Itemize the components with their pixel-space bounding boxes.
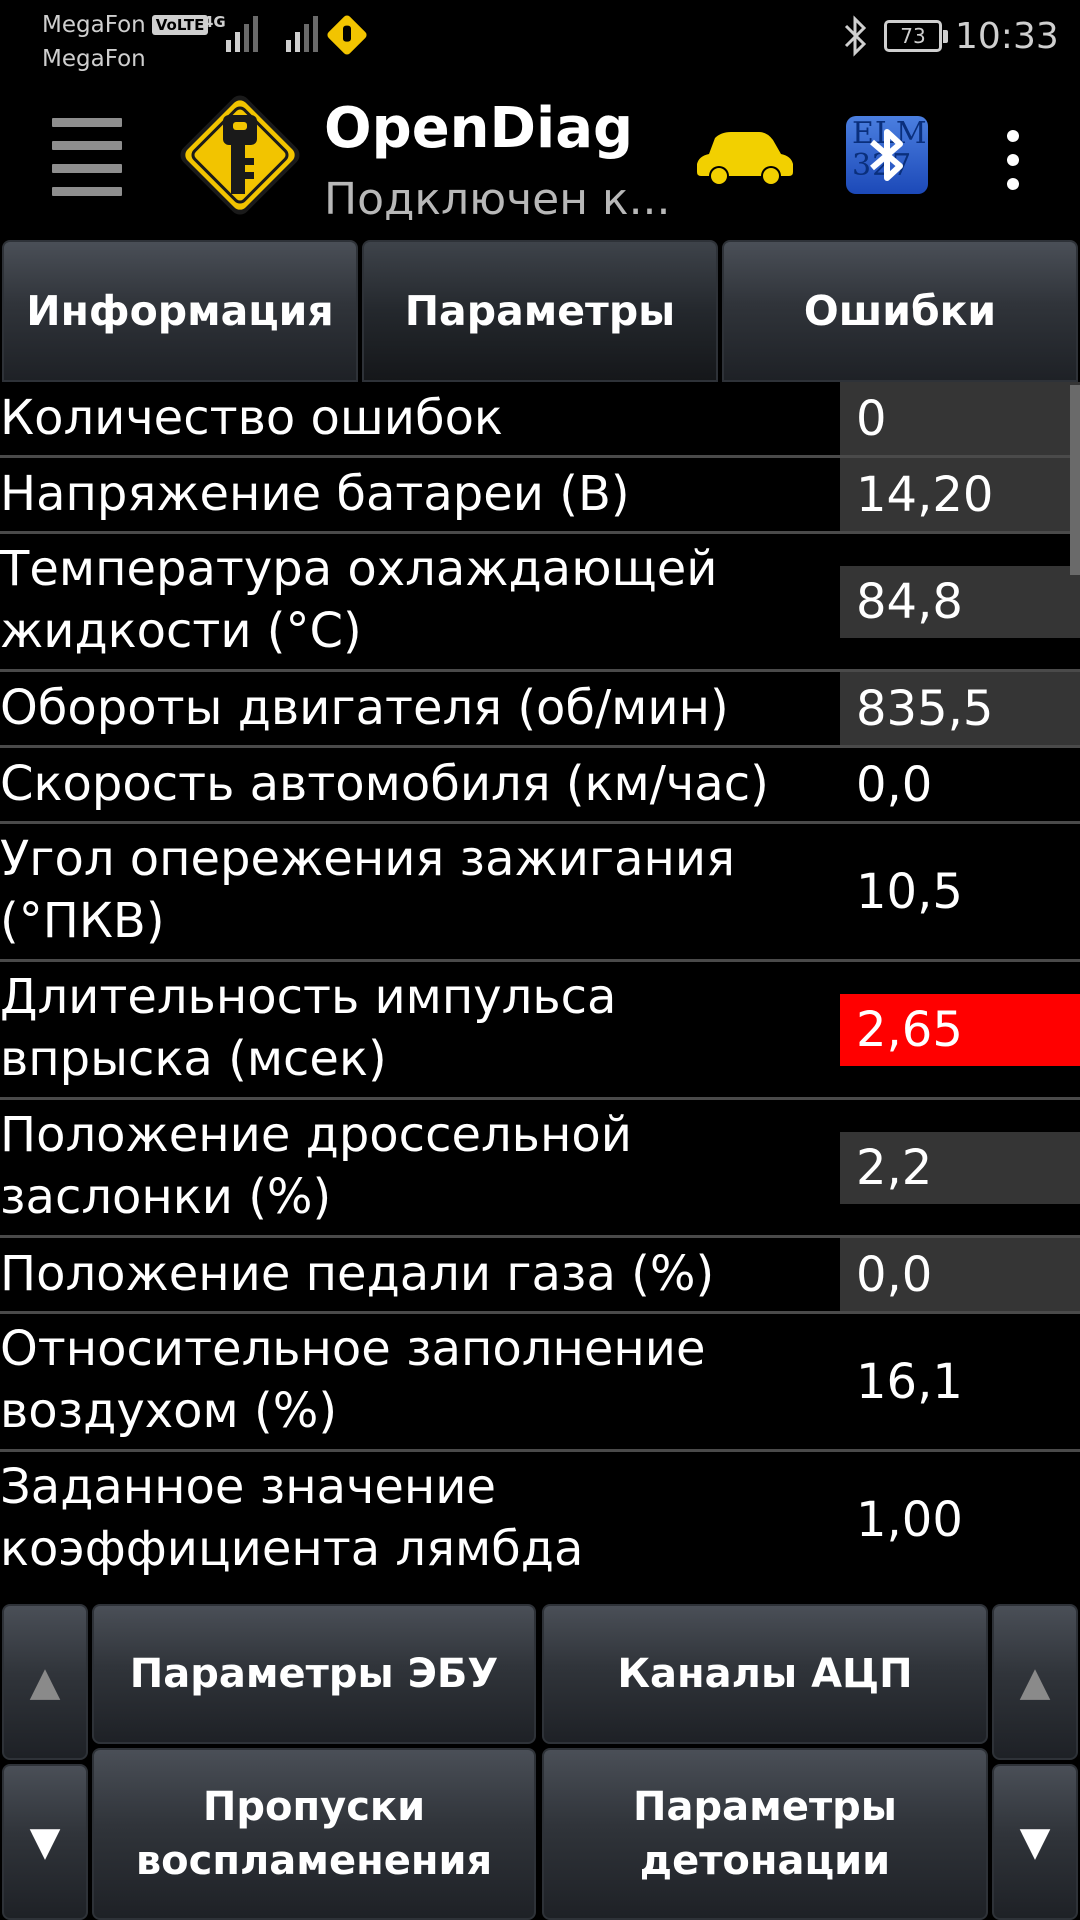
operator-name-1: MegaFon bbox=[42, 12, 146, 38]
bluetooth-icon bbox=[870, 129, 903, 181]
param-value: 84,8 bbox=[840, 566, 1080, 638]
param-row[interactable]: Скорость автомобиля (км/час) 0,0 bbox=[0, 748, 1080, 824]
param-row[interactable]: Длительность импульса впрыска (мсек) 2,6… bbox=[0, 962, 1080, 1100]
param-row[interactable]: Обороты двигателя (об/мин) 835,5 bbox=[0, 672, 1080, 748]
scroll-up-left-button[interactable]: ▲ bbox=[2, 1604, 88, 1760]
param-label-line2: коэффициента лямбда bbox=[0, 1521, 584, 1577]
param-label: Длительность импульса bbox=[0, 969, 617, 1025]
app-bar: OpenDiag Подключен к... ELM 327 bbox=[0, 80, 1080, 240]
menu-icon[interactable] bbox=[52, 118, 122, 196]
param-label-line2: жидкости (°C) bbox=[0, 603, 362, 659]
param-row[interactable]: Температура охлаждающей жидкости (°C) 84… bbox=[0, 534, 1080, 672]
tab-errors[interactable]: Ошибки bbox=[722, 240, 1078, 382]
knock-label-line1: Параметры bbox=[633, 1784, 897, 1830]
param-label: Напряжение батареи (В) bbox=[0, 466, 630, 522]
arrow-up-icon: ▲ bbox=[29, 1659, 61, 1705]
battery-level: 73 bbox=[900, 24, 926, 48]
param-value: 0,0 bbox=[856, 756, 933, 813]
param-value-alert: 2,65 bbox=[840, 994, 1080, 1066]
app-title: OpenDiag bbox=[324, 96, 634, 161]
param-row[interactable]: Напряжение батареи (В) 14,20 bbox=[0, 458, 1080, 534]
signal-icon-2 bbox=[286, 14, 318, 52]
param-value: 0 bbox=[840, 382, 1080, 455]
tab-bar: Информация Параметры Ошибки bbox=[0, 240, 1080, 382]
param-label: Положение педали газа (%) bbox=[0, 1246, 715, 1302]
arrow-up-icon: ▲ bbox=[1019, 1659, 1051, 1705]
param-label: Относительное заполнение bbox=[0, 1321, 706, 1377]
arrow-down-icon: ▼ bbox=[1019, 1819, 1051, 1865]
param-value: 1,00 bbox=[856, 1492, 963, 1548]
battery-icon: 73 bbox=[884, 20, 948, 52]
connection-status: Подключен к... bbox=[324, 174, 671, 225]
param-label-line2: (°ПКВ) bbox=[0, 893, 165, 949]
param-label: Угол опережения зажигания bbox=[0, 831, 735, 887]
status-bar: MegaFon VoLTE MegaFon 4G 73 10:33 bbox=[0, 0, 1080, 80]
clock: 10:33 bbox=[955, 16, 1059, 57]
param-label: Обороты двигателя (об/мин) bbox=[0, 680, 729, 736]
arrow-down-icon: ▼ bbox=[29, 1819, 61, 1865]
param-label-line2: заслонки (%) bbox=[0, 1169, 332, 1225]
scroll-up-right-button[interactable]: ▲ bbox=[992, 1604, 1078, 1760]
tab-information[interactable]: Информация bbox=[2, 240, 358, 382]
network-type: 4G bbox=[203, 13, 226, 31]
param-row[interactable]: Заданное значение коэффициента лямбда 1,… bbox=[0, 1452, 1080, 1592]
param-label: Количество ошибок bbox=[0, 390, 503, 446]
knock-params-button[interactable]: Параметры детонации bbox=[542, 1748, 988, 1920]
param-label: Заданное значение bbox=[0, 1459, 497, 1515]
adc-channels-button[interactable]: Каналы АЦП bbox=[542, 1604, 988, 1744]
param-label: Положение дроссельной bbox=[0, 1107, 632, 1163]
scroll-down-right-button[interactable]: ▼ bbox=[992, 1764, 1078, 1920]
param-label-line2: воздухом (%) bbox=[0, 1383, 338, 1439]
misfires-label-line1: Пропуски bbox=[202, 1784, 426, 1830]
knock-label-line2: детонации bbox=[639, 1838, 891, 1884]
scroll-down-left-button[interactable]: ▼ bbox=[2, 1764, 88, 1920]
more-options-icon[interactable] bbox=[1000, 130, 1026, 190]
screen: MegaFon VoLTE MegaFon 4G 73 10:33 OpenDi… bbox=[0, 0, 1080, 1920]
param-row[interactable]: Угол опережения зажигания (°ПКВ) 10,5 bbox=[0, 824, 1080, 962]
operator-info: MegaFon VoLTE MegaFon bbox=[42, 8, 209, 76]
param-value: 14,20 bbox=[840, 458, 1080, 531]
param-label: Скорость автомобиля (км/час) bbox=[0, 756, 769, 812]
param-row[interactable]: Количество ошибок 0 bbox=[0, 382, 1080, 458]
bottom-panel: ▲ Параметры ЭБУ Каналы АЦП ▲ ▼ Пропуски … bbox=[0, 1598, 1080, 1920]
signal-icon-1 bbox=[226, 14, 258, 52]
param-row[interactable]: Положение педали газа (%) 0,0 bbox=[0, 1238, 1080, 1314]
misfires-button[interactable]: Пропуски воспламенения bbox=[92, 1748, 536, 1920]
car-icon[interactable] bbox=[695, 130, 795, 186]
param-value: 2,2 bbox=[840, 1132, 1080, 1204]
scroll-indicator[interactable] bbox=[1070, 385, 1080, 575]
opendiag-logo-icon bbox=[180, 95, 300, 215]
param-value: 16,1 bbox=[856, 1354, 963, 1410]
param-row[interactable]: Относительное заполнение воздухом (%) 16… bbox=[0, 1314, 1080, 1452]
volte-badge: VoLTE bbox=[151, 15, 209, 35]
param-value: 835,5 bbox=[840, 672, 1080, 745]
param-row[interactable]: Положение дроссельной заслонки (%) 2,2 bbox=[0, 1100, 1080, 1238]
misfires-label-line2: воспламенения bbox=[135, 1838, 493, 1884]
bluetooth-elm327-button[interactable]: ELM 327 bbox=[846, 116, 928, 194]
ecu-params-button[interactable]: Параметры ЭБУ bbox=[92, 1604, 536, 1744]
param-label: Температура охлаждающей bbox=[0, 541, 718, 597]
param-value: 0,0 bbox=[840, 1238, 1080, 1311]
param-label-line2: впрыска (мсек) bbox=[0, 1031, 387, 1087]
bluetooth-status-icon bbox=[844, 15, 867, 57]
opendiag-notification-icon bbox=[325, 13, 369, 57]
parameter-list[interactable]: Количество ошибок 0 Напряжение батареи (… bbox=[0, 382, 1080, 1598]
tab-parameters[interactable]: Параметры bbox=[362, 240, 718, 382]
operator-name-2: MegaFon bbox=[42, 46, 146, 72]
param-value: 10,5 bbox=[856, 864, 963, 920]
